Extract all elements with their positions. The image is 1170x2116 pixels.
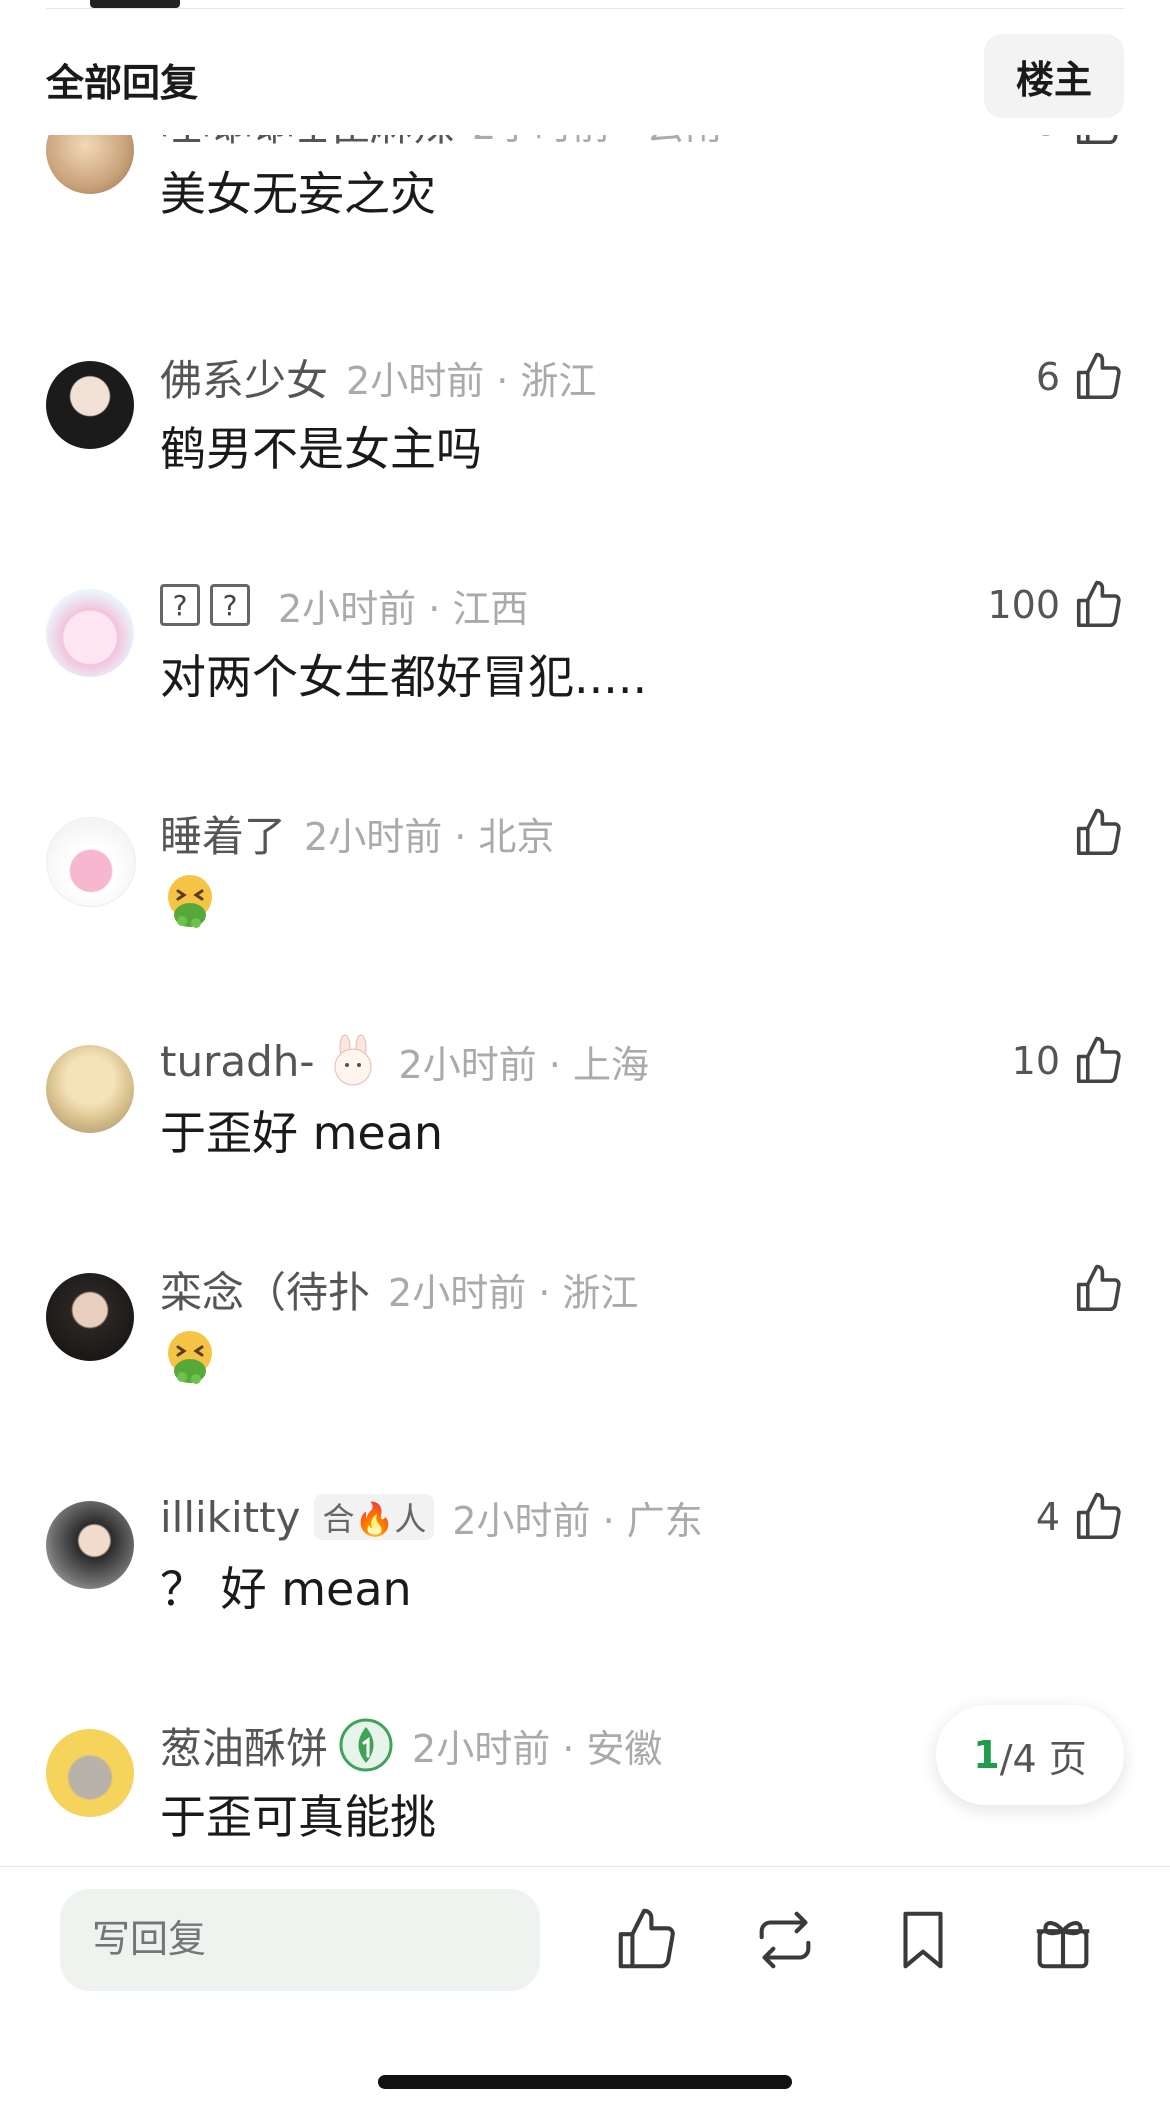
fire-badge: 合🔥人 [314, 1494, 435, 1540]
like-count: 25 [1012, 135, 1060, 144]
time-location: 2小时前 · 广东 [452, 1498, 703, 1543]
reply-input[interactable] [60, 1889, 540, 1991]
like-button[interactable]: 4 [1036, 1489, 1126, 1545]
thumbs-up-icon [1076, 580, 1121, 628]
comment-meta: 哇唧唧哇崔麻辣 2小时前 · 云南 [160, 135, 722, 154]
time-location: 2小时前 · 江西 [278, 586, 529, 631]
comment-text: 对两个女生都好冒犯..... [160, 650, 648, 704]
avatar[interactable] [46, 361, 134, 449]
username[interactable]: 葱油酥饼 [160, 1715, 328, 1776]
username[interactable]: illikitty [160, 1493, 300, 1542]
like-button[interactable]: 100 [987, 577, 1126, 633]
thumbs-up-icon [1076, 1036, 1121, 1084]
gift-icon[interactable] [1028, 1905, 1098, 1975]
bookmark-icon[interactable] [888, 1905, 958, 1975]
like-button[interactable]: 10 [1012, 1033, 1126, 1089]
comment-item: illikitty 合🔥人 2小时前 · 广东 4 ？ 好 mean [0, 1485, 1170, 1715]
comment-item: 栾念（待扑 2小时前 · 浙江 [0, 1257, 1170, 1487]
bottom-toolbar [0, 1866, 1170, 2116]
like-button[interactable]: 25 [1012, 135, 1126, 150]
comment-list: 哇唧唧哇崔麻辣 2小时前 · 云南 25 美女无妄之灾 佛系少女 2小时前 · … [0, 135, 1170, 1865]
thumbs-up-icon[interactable] [612, 1905, 682, 1975]
bunny-badge-icon [334, 1034, 372, 1086]
username[interactable]: 哇唧唧哇崔麻辣 [160, 135, 454, 153]
thumbs-up-icon [1076, 352, 1121, 400]
like-count: 4 [1035, 1495, 1060, 1539]
username[interactable]: 睡着了 [160, 803, 286, 864]
avatar[interactable] [46, 589, 134, 677]
comment-meta: 葱油酥饼 2小时前 · 安徽 [160, 1713, 662, 1777]
time-location: 2小时前 · 上海 [398, 1042, 649, 1087]
avatar[interactable] [46, 1729, 134, 1817]
username[interactable]: turadh- [160, 1037, 315, 1086]
like-count: 100 [987, 583, 1060, 627]
comment-text: 于歪可真能挑 [160, 1790, 436, 1844]
comment-meta: ? ? 2小时前 · 江西 [160, 573, 528, 637]
comment-meta: illikitty 合🔥人 2小时前 · 广东 [160, 1485, 703, 1549]
missing-glyph-box: ? [160, 584, 200, 626]
comment-item: turadh- 2小时前 · 上海 10 于歪好 mean [0, 1029, 1170, 1259]
page-indicator[interactable]: 1 /4 页 [936, 1705, 1124, 1805]
comment-text: 美女无妄之灾 [160, 167, 436, 221]
like-count: 10 [1011, 1039, 1060, 1083]
comment-text: ？ 好 mean [160, 1562, 412, 1616]
time-location: 2小时前 · 浙江 [388, 1270, 639, 1315]
tab-indicator [90, 0, 180, 8]
header: 全部回复 楼主 [0, 30, 1170, 122]
comment-item: 哇唧唧哇崔麻辣 2小时前 · 云南 25 美女无妄之灾 [0, 135, 1170, 320]
time-location: 2小时前 · 浙江 [346, 358, 597, 403]
comment-item: ? ? 2小时前 · 江西 100 对两个女生都好冒犯..... [0, 573, 1170, 803]
time-location: 2小时前 · 安徽 [412, 1726, 663, 1771]
thumbs-up-icon [1076, 808, 1121, 856]
avatar[interactable] [46, 1045, 134, 1133]
like-count: 6 [1035, 355, 1060, 399]
op-only-button[interactable]: 楼主 [984, 34, 1124, 118]
like-button[interactable]: 6 [1036, 349, 1126, 405]
repost-icon[interactable] [750, 1905, 820, 1975]
like-button[interactable] [1060, 805, 1126, 861]
comment-meta: turadh- 2小时前 · 上海 [160, 1029, 649, 1093]
time-location: 2小时前 · 云南 [472, 135, 722, 150]
thumbs-up-icon [1076, 1492, 1121, 1540]
avatar[interactable] [46, 1501, 134, 1589]
username[interactable]: 栾念（待扑 [160, 1259, 370, 1320]
comment-meta: 栾念（待扑 2小时前 · 浙江 [160, 1257, 638, 1321]
home-indicator[interactable] [378, 2075, 792, 2089]
avatar[interactable] [46, 135, 134, 194]
thumbs-up-icon [1076, 1264, 1121, 1312]
comment-meta: 佛系少女 2小时前 · 浙江 [160, 345, 596, 409]
comment-item: 佛系少女 2小时前 · 浙江 6 鹤男不是女主吗 [0, 345, 1170, 575]
divider [46, 8, 1124, 9]
comment-item: 睡着了 2小时前 · 北京 [0, 801, 1170, 1031]
nauseated-face-icon [168, 875, 212, 928]
total-pages: /4 页 [999, 1736, 1087, 1781]
avatar[interactable] [46, 817, 136, 907]
level-badge-icon [339, 1718, 393, 1772]
comment-text: 于歪好 mean [160, 1106, 444, 1160]
thumbs-up-icon [1076, 135, 1118, 145]
username[interactable]: ? ? [160, 584, 260, 626]
like-button[interactable] [1060, 1261, 1126, 1317]
comment-meta: 睡着了 2小时前 · 北京 [160, 801, 554, 865]
nauseated-face-icon [168, 1331, 212, 1384]
missing-glyph-box: ? [210, 584, 250, 626]
comment-text: 鹤男不是女主吗 [160, 422, 482, 476]
username[interactable]: 佛系少女 [160, 347, 328, 408]
current-page: 1 [973, 1733, 1000, 1777]
time-location: 2小时前 · 北京 [304, 814, 555, 859]
page-title: 全部回复 [46, 61, 199, 105]
avatar[interactable] [46, 1273, 134, 1361]
